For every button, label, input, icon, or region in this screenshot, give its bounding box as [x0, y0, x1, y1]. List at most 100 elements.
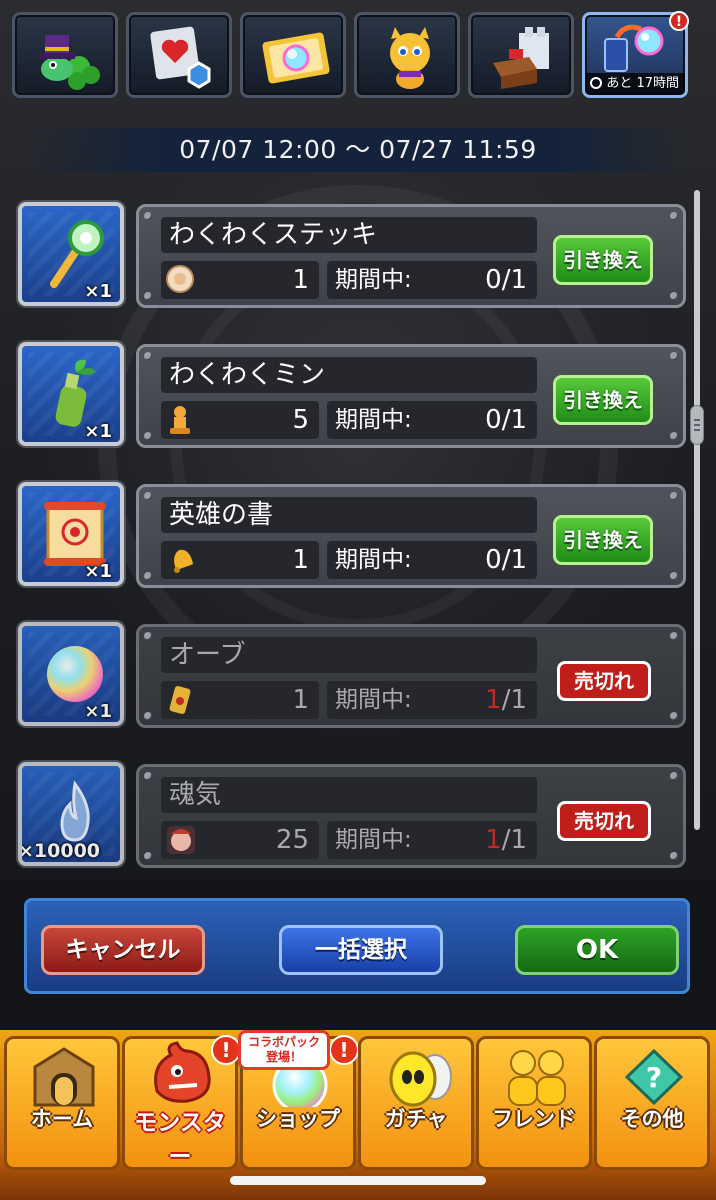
list-item: ×1 オーブ 1 期間中: 1/1 売切れ	[18, 622, 688, 728]
cost-value: 5	[292, 405, 309, 435]
nav-gacha[interactable]: ガチャ	[358, 1036, 474, 1170]
hero-scroll-icon	[44, 502, 106, 566]
home-indicator[interactable]	[230, 1176, 486, 1185]
list-item: ×1 わくわくミン 5 期間中: 0/1 引き換え	[18, 342, 688, 448]
magic-wand-icon	[50, 220, 104, 288]
item-cost: 1	[161, 261, 319, 299]
nav-label: ホーム	[30, 1107, 94, 1131]
item-icon-box[interactable]: ×1	[18, 622, 124, 726]
limit-label: 期間中:	[335, 547, 412, 573]
item-quantity: ×1	[84, 421, 112, 442]
limit-used: 0	[485, 405, 502, 435]
item-name: 魂気	[161, 777, 537, 813]
medal-token-icon	[166, 265, 194, 293]
action-bar: キャンセル 一括選択 OK	[24, 898, 690, 994]
item-limit: 期間中: 0/1	[327, 401, 537, 439]
nav-home[interactable]: ホーム	[4, 1036, 120, 1170]
item-panel: わくわくステッキ 1 期間中: 0/1 引き換え	[136, 204, 686, 308]
cancel-button[interactable]: キャンセル	[41, 925, 205, 975]
item-cost: 25	[161, 821, 319, 859]
item-panel: オーブ 1 期間中: 1/1 売切れ	[136, 624, 686, 728]
soldout-badge: 売切れ	[557, 801, 651, 841]
soldout-badge: 売切れ	[557, 661, 651, 701]
limit-label: 期間中:	[335, 407, 412, 433]
exchange-button[interactable]: 引き換え	[553, 515, 653, 565]
ok-button[interactable]: OK	[515, 925, 679, 975]
item-name: オーブ	[161, 637, 537, 673]
limit-total: /1	[501, 825, 527, 855]
item-name: 英雄の書	[161, 497, 537, 533]
item-quantity: ×1	[84, 701, 112, 722]
nav-alert-badge: !	[211, 1035, 241, 1065]
item-quantity: ×1	[84, 281, 112, 302]
category-tabs: あと 17時間 !	[12, 11, 690, 102]
bulk-select-button[interactable]: 一括選択	[279, 925, 443, 975]
tab-clover[interactable]	[12, 12, 118, 98]
scrollbar-thumb[interactable]	[690, 405, 704, 445]
nav-label: ガチャ	[384, 1107, 448, 1131]
tab-alert-badge: !	[669, 11, 689, 31]
nav-other[interactable]: ? その他	[594, 1036, 710, 1170]
bell-token-icon	[174, 549, 194, 573]
tab-card[interactable]	[126, 12, 232, 98]
sprout-bottle-icon	[55, 359, 96, 427]
limit-total: /1	[501, 405, 527, 435]
event-timer: あと 17時間	[585, 73, 685, 95]
item-icon-box[interactable]: ×1	[18, 342, 124, 446]
item-icon-box[interactable]: ×1	[18, 482, 124, 586]
clover-hat-icon	[39, 35, 100, 90]
gacha-egg-icon	[389, 1051, 452, 1107]
limit-label: 期間中:	[335, 687, 412, 713]
item-quantity: ×1	[84, 561, 112, 582]
tab-character[interactable]	[354, 12, 460, 98]
list-item: ×1 わくわくステッキ 1 期間中: 0/1 引き換え	[18, 202, 688, 308]
item-panel: 英雄の書 1 期間中: 0/1 引き換え	[136, 484, 686, 588]
collab-banner[interactable]: コラボパック 登場！	[238, 1030, 330, 1070]
limit-total: /1	[501, 265, 527, 295]
tab-ticket[interactable]	[240, 12, 346, 98]
orb-exchange-icon	[604, 24, 664, 72]
nav-friend[interactable]: フレンド	[476, 1036, 592, 1170]
collab-banner-line1: コラボパック	[247, 1035, 320, 1049]
nav-label: フレンド	[492, 1107, 576, 1131]
item-cost: 1	[161, 681, 319, 719]
item-limit: 期間中: 1/1	[327, 821, 537, 859]
collab-banner-line2: 登場！	[265, 1050, 302, 1064]
home-door-icon	[33, 1047, 95, 1107]
monster-icon	[154, 1041, 211, 1103]
other-menu-icon: ?	[624, 1048, 684, 1106]
exchange-button[interactable]: 引き換え	[553, 235, 653, 285]
item-name: わくわくステッキ	[161, 217, 537, 253]
limit-total: /1	[501, 685, 527, 715]
tab-castle[interactable]	[468, 12, 574, 98]
scrollbar-track[interactable]	[694, 190, 700, 830]
monster-face-token-icon	[167, 826, 195, 854]
item-icon-box[interactable]: ×10000	[18, 762, 124, 866]
list-item: ×10000 魂気 25 期間中: 1/1 売切れ	[18, 762, 688, 868]
clock-icon	[590, 77, 603, 89]
friends-icon	[508, 1050, 566, 1106]
item-quantity: ×10000	[18, 840, 101, 862]
item-name: わくわくミン	[161, 357, 537, 393]
limit-used: 1	[485, 825, 502, 855]
item-panel: 魂気 25 期間中: 1/1 売切れ	[136, 764, 686, 868]
can-token-icon	[169, 686, 191, 714]
exchange-button[interactable]: 引き換え	[553, 375, 653, 425]
nav-label: その他	[620, 1107, 684, 1131]
bottom-navigation: ホーム モンスター ! ショップ ! ガチャ フレンド ? その他	[0, 1030, 716, 1200]
item-cost: 1	[161, 541, 319, 579]
nav-label: モンスター	[134, 1110, 226, 1170]
list-item: ×1 英雄の書 1 期間中: 0/1 引き換え	[18, 482, 688, 588]
dragon-character-icon	[390, 27, 430, 89]
cost-value: 1	[292, 685, 309, 715]
limit-label: 期間中:	[335, 827, 412, 853]
limit-total: /1	[501, 545, 527, 575]
exchange-period: 07/07 12:00 ～ 07/27 11:59	[30, 128, 686, 172]
item-icon-box[interactable]: ×1	[18, 202, 124, 306]
tab-orb-exchange[interactable]: あと 17時間 !	[582, 11, 689, 98]
cost-value: 25	[275, 825, 309, 855]
nav-monster[interactable]: モンスター !	[122, 1035, 241, 1170]
limit-used: 1	[485, 685, 502, 715]
timer-text: あと 17時間	[606, 76, 679, 91]
nav-label: ショップ	[256, 1107, 340, 1131]
